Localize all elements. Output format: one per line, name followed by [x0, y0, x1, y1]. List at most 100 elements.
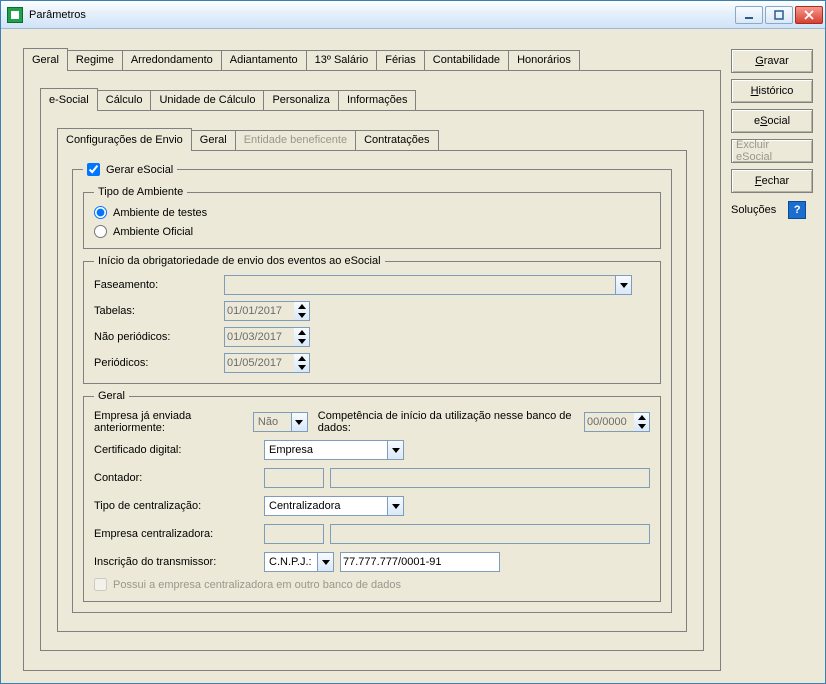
combo-tipo-centralizacao[interactable]: Centralizadora — [264, 496, 404, 516]
tabs-sub2: Configurações de Envio Geral Entidade be… — [57, 127, 687, 150]
window-buttons — [735, 6, 823, 24]
spin-per-arrows[interactable] — [294, 353, 310, 373]
chevron-down-icon — [615, 276, 631, 294]
right-buttons: Gravar Histórico eSocial Excluir eSocial… — [731, 47, 813, 671]
esocial-button[interactable]: eSocial — [731, 109, 813, 133]
tab-sub-geral[interactable]: Geral — [191, 130, 236, 150]
input-empresa-central-code[interactable] — [264, 524, 324, 544]
chevron-down-icon[interactable] — [298, 337, 306, 346]
combo-faseamento[interactable] — [224, 275, 632, 295]
tab-contratacoes[interactable]: Contratações — [355, 130, 438, 150]
tab-unidade-calculo[interactable]: Unidade de Cálculo — [150, 90, 264, 110]
spin-tabelas-arrows[interactable] — [294, 301, 310, 321]
window-title: Parâmetros — [29, 9, 735, 21]
legend-inicio: Início da obrigatoriedade de envio dos e… — [94, 255, 385, 267]
radio-ambiente-oficial-label: Ambiente Oficial — [113, 226, 193, 238]
chevron-down-icon[interactable] — [298, 311, 306, 320]
client-area: Geral Regime Arredondamento Adiantamento… — [1, 29, 825, 683]
checkbox-gerar-esocial-label: Gerar eSocial — [106, 164, 173, 176]
help-icon[interactable]: ? — [788, 201, 806, 219]
checkbox-gerar-esocial-input[interactable] — [87, 163, 100, 176]
input-contador-name[interactable] — [330, 468, 650, 488]
group-gerar-esocial: Gerar eSocial Tipo de Ambiente Ambiente … — [72, 163, 672, 613]
app-icon — [7, 7, 23, 23]
spin-tabelas[interactable]: 01/01/2017 — [224, 301, 650, 321]
tab-regime[interactable]: Regime — [67, 50, 123, 70]
radio-ambiente-testes-label: Ambiente de testes — [113, 207, 207, 219]
label-periodicos: Periódicos: — [94, 357, 224, 369]
titlebar[interactable]: Parâmetros — [1, 1, 825, 29]
chevron-up-icon[interactable] — [298, 328, 306, 337]
chevron-down-icon[interactable] — [298, 363, 306, 372]
spin-nao-periodicos[interactable]: 01/03/2017 — [224, 327, 650, 347]
legend-geral: Geral — [94, 390, 129, 402]
tab-geral[interactable]: Geral — [23, 48, 68, 71]
spin-competencia[interactable]: 00/0000 — [584, 412, 650, 432]
combo-empresa-ja-enviada[interactable]: Não — [253, 412, 308, 432]
tab-calculo[interactable]: Cálculo — [97, 90, 152, 110]
input-inscricao-valor[interactable]: 77.777.777/0001-91 — [340, 552, 500, 572]
maximize-button[interactable] — [765, 6, 793, 24]
radio-ambiente-oficial-input[interactable] — [94, 225, 107, 238]
tabs-main: Geral Regime Arredondamento Adiantamento… — [23, 47, 721, 70]
chevron-down-icon — [387, 441, 403, 459]
label-contador: Contador: — [94, 472, 264, 484]
checkbox-possui-centralizadora-label: Possui a empresa centralizadora em outro… — [113, 579, 401, 591]
main-tab-body: e-Social Cálculo Unidade de Cálculo Pers… — [23, 70, 721, 671]
spin-nao-periodicos-value: 01/03/2017 — [224, 327, 294, 347]
excluir-esocial-button: Excluir eSocial — [731, 139, 813, 163]
group-tipo-ambiente: Tipo de Ambiente Ambiente de testes Ambi… — [83, 186, 661, 249]
solucoes-link[interactable]: Soluções — [731, 204, 776, 216]
radio-ambiente-testes[interactable]: Ambiente de testes — [94, 206, 650, 219]
radio-ambiente-testes-input[interactable] — [94, 206, 107, 219]
minimize-button[interactable] — [735, 6, 763, 24]
combo-tipo-central-value: Centralizadora — [267, 500, 401, 512]
tab-arredondamento[interactable]: Arredondamento — [122, 50, 222, 70]
input-empresa-central-name[interactable] — [330, 524, 650, 544]
tab-esocial[interactable]: e-Social — [40, 88, 98, 111]
close-button[interactable] — [795, 6, 823, 24]
fechar-button[interactable]: Fechar — [731, 169, 813, 193]
label-empresa-centralizadora: Empresa centralizadora: — [94, 528, 264, 540]
label-competencia: Competência de início da utilização ness… — [318, 410, 580, 434]
tab-personaliza[interactable]: Personaliza — [263, 90, 338, 110]
input-contador-code[interactable] — [264, 468, 324, 488]
chevron-down-icon — [387, 497, 403, 515]
tab-ferias[interactable]: Férias — [376, 50, 425, 70]
chevron-down-icon[interactable] — [638, 422, 646, 431]
tab-contabilidade[interactable]: Contabilidade — [424, 50, 509, 70]
sub1-body: Configurações de Envio Geral Entidade be… — [40, 110, 704, 651]
tab-adiantamento[interactable]: Adiantamento — [221, 50, 307, 70]
checkbox-gerar-esocial[interactable]: Gerar eSocial — [87, 163, 173, 176]
label-tabelas: Tabelas: — [94, 305, 224, 317]
label-inscricao-transmissor: Inscrição do transmissor: — [94, 556, 264, 568]
combo-inscricao-tipo[interactable]: C.N.P.J.: — [264, 552, 334, 572]
sub2-body: Gerar eSocial Tipo de Ambiente Ambiente … — [57, 150, 687, 632]
tab-entidade-beneficente: Entidade beneficente — [235, 130, 356, 150]
legend-gerar-esocial: Gerar eSocial — [83, 163, 177, 176]
group-inicio-obrigatoriedade: Início da obrigatoriedade de envio dos e… — [83, 255, 661, 384]
chevron-up-icon[interactable] — [298, 302, 306, 311]
historico-button[interactable]: Histórico — [731, 79, 813, 103]
chevron-down-icon — [291, 413, 307, 431]
spin-competencia-arrows[interactable] — [634, 412, 650, 432]
combo-certificado-value: Empresa — [267, 444, 401, 456]
window: Parâmetros Geral Regime Arredondamento A… — [0, 0, 826, 684]
gravar-button[interactable]: Gravar — [731, 49, 813, 73]
tab-informacoes[interactable]: Informações — [338, 90, 417, 110]
chevron-down-icon — [317, 553, 333, 571]
tab-13-salario[interactable]: 13º Salário — [306, 50, 378, 70]
radio-ambiente-oficial[interactable]: Ambiente Oficial — [94, 225, 650, 238]
chevron-up-icon[interactable] — [638, 413, 646, 422]
tab-honorarios[interactable]: Honorários — [508, 50, 580, 70]
tab-config-envio[interactable]: Configurações de Envio — [57, 128, 192, 151]
label-tipo-centralizacao: Tipo de centralização: — [94, 500, 264, 512]
legend-tipo-ambiente: Tipo de Ambiente — [94, 186, 187, 198]
spin-periodicos[interactable]: 01/05/2017 — [224, 353, 650, 373]
combo-certificado[interactable]: Empresa — [264, 440, 404, 460]
chevron-up-icon[interactable] — [298, 354, 306, 363]
spin-naoper-arrows[interactable] — [294, 327, 310, 347]
spin-tabelas-value: 01/01/2017 — [224, 301, 294, 321]
label-faseamento: Faseamento: — [94, 279, 224, 291]
group-geral: Geral Empresa já enviada anteriormente: … — [83, 390, 661, 602]
